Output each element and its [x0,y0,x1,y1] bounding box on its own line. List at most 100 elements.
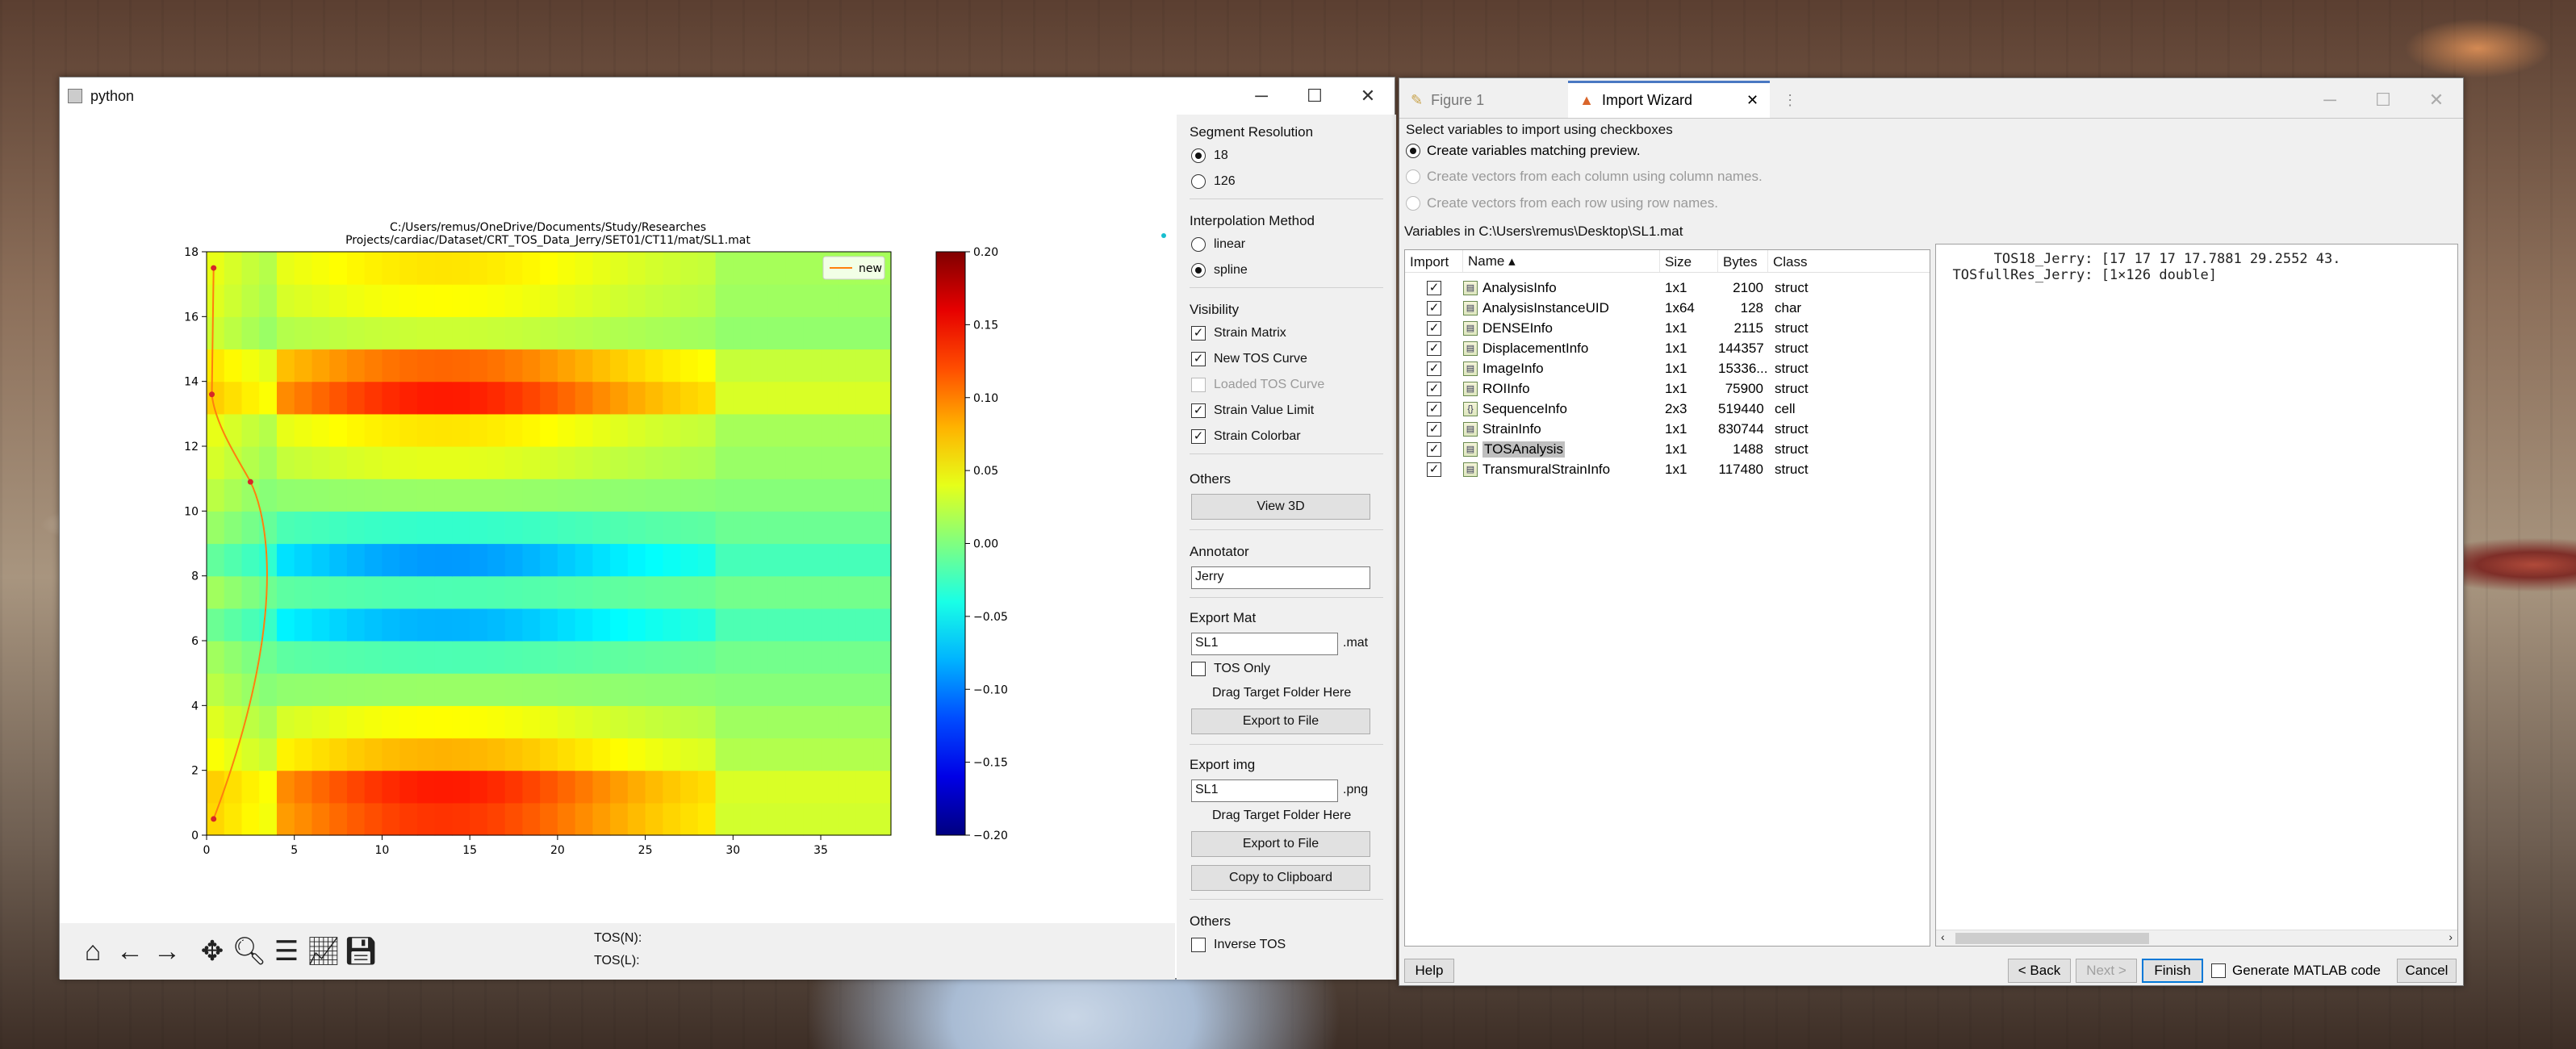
zoom-icon[interactable]: 🔍︎ [231,935,268,968]
heatmap-cell [276,479,295,512]
export-mat-button[interactable]: Export to File [1191,708,1370,734]
curve-point[interactable] [247,479,253,485]
scroll-right-icon[interactable]: › [2448,930,2453,943]
pan-icon[interactable]: ✥ [194,935,231,968]
heatmap-cell [821,543,839,577]
export-img-button[interactable]: Export to File [1191,831,1370,857]
import-checkbox[interactable]: ✓ [1405,361,1463,376]
import-checkbox[interactable]: ✓ [1405,280,1463,295]
heatmap-cell [382,641,400,674]
heatmap-cell [610,738,629,771]
curve-point[interactable] [211,816,217,822]
minimize-icon[interactable]: ─ [2303,82,2356,118]
curve-point[interactable] [211,265,217,271]
radio-icon [1191,237,1206,252]
heatmap-cell [557,381,576,415]
heatmap-cell [487,738,506,771]
x-tick-label: 30 [726,844,740,857]
table-row[interactable]: ✓ ▤ TOSAnalysis 1x1 1488 struct [1405,439,1930,459]
heatmap-cell [434,479,454,512]
table-row[interactable]: ✓ ▤ DisplacementInfo 1x1 144357 struct [1405,338,1930,358]
help-button[interactable]: Help [1404,959,1454,983]
finish-button[interactable]: Finish [2142,959,2203,983]
tab-import-wizard[interactable]: ▲ Import Wizard ✕ [1568,81,1771,118]
scroll-thumb[interactable] [1955,933,2149,944]
new-tos-curve-checkbox[interactable]: ✓ New TOS Curve [1191,352,1307,366]
heatmap-cell [610,446,629,479]
maximize-icon[interactable]: ☐ [1288,86,1341,107]
heatmap-cell [855,738,874,771]
res-18-radio[interactable]: 18 [1191,148,1228,163]
heatmap-cell [399,802,418,836]
heatmap-cell [346,252,366,285]
table-row[interactable]: ✓ ▤ TransmuralStrainInfo 1x1 117480 struct [1405,459,1930,479]
save-figure-icon[interactable]: 💾︎ [342,935,379,968]
close-icon[interactable]: ✕ [1341,86,1395,107]
strain-matrix-checkbox[interactable]: ✓ Strain Matrix [1191,326,1286,341]
minimize-icon[interactable]: ─ [1235,86,1288,107]
forward-arrow-icon[interactable]: → [148,936,186,968]
more-tabs-icon[interactable]: ⋮ [1770,82,1810,118]
close-tab-icon[interactable]: ✕ [1746,92,1758,109]
col-bytes[interactable]: Bytes [1718,250,1768,272]
home-icon[interactable]: ⌂ [74,936,111,968]
img-filename-input[interactable]: SL1 [1191,779,1338,802]
drag-target-mat[interactable]: Drag Target Folder Here [1212,686,1351,700]
import-checkbox[interactable]: ✓ [1405,300,1463,316]
col-name[interactable]: Name ▴ [1463,250,1660,272]
table-row[interactable]: ✓ ▤ ImageInfo 1x1 15336... struct [1405,358,1930,378]
table-row[interactable]: ✓ ▤ DENSEInfo 1x1 2115 struct [1405,318,1930,338]
res-126-radio[interactable]: 126 [1191,174,1236,189]
drag-target-img[interactable]: Drag Target Folder Here [1212,809,1351,823]
heatmap-cell [346,446,366,479]
strain-colorbar-checkbox[interactable]: ✓ Strain Colorbar [1191,429,1301,444]
table-row[interactable]: ✓ ▤ StrainInfo 1x1 830744 struct [1405,419,1930,439]
import-checkbox[interactable]: ✓ [1405,401,1463,416]
col-size[interactable]: Size [1660,250,1718,272]
table-row[interactable]: ✓ {} SequenceInfo 2x3 519440 cell [1405,399,1930,419]
subplots-config-icon[interactable]: ☰ [268,935,305,968]
heatmap-cell [329,479,348,512]
heatmap-cell [557,543,576,577]
create-matching-radio[interactable]: Create variables matching preview. [1406,143,1641,159]
tab-figure-1[interactable]: ✎ Figure 1 [1399,82,1495,118]
interp-linear-radio[interactable]: linear [1191,237,1245,252]
table-row[interactable]: ✓ ▤ ROIInfo 1x1 75900 struct [1405,378,1930,399]
mat-filename-input[interactable]: SL1 [1191,633,1338,655]
heatmap-cell [767,413,787,447]
table-row[interactable]: ✓ ▤ AnalysisInfo 1x1 2100 struct [1405,278,1930,298]
interp-spline-radio[interactable]: spline [1191,263,1248,278]
col-import[interactable]: Import [1405,250,1463,272]
annotator-input[interactable]: Jerry [1191,566,1370,589]
generate-code-checkbox[interactable]: Generate MATLAB code [2211,963,2381,979]
cancel-button[interactable]: Cancel [2397,959,2457,983]
import-checkbox[interactable]: ✓ [1405,341,1463,356]
import-checkbox[interactable]: ✓ [1405,381,1463,396]
back-arrow-icon[interactable]: ← [111,936,148,968]
table-row[interactable]: ✓ ▤ AnalysisInstanceUID 1x64 128 char [1405,298,1930,318]
import-checkbox[interactable]: ✓ [1405,441,1463,457]
import-checkbox[interactable]: ✓ [1405,421,1463,437]
preview-scrollbar[interactable]: ‹ › [1936,930,2457,946]
heatmap-cell [224,381,243,415]
curve-point[interactable] [209,391,215,398]
heatmap-cell [382,738,400,771]
col-class[interactable]: Class [1768,250,1833,272]
import-checkbox[interactable]: ✓ [1405,320,1463,336]
name-cell: ▤ AnalysisInstanceUID [1463,300,1660,316]
close-icon[interactable]: ✕ [2410,82,2463,118]
plot-canvas[interactable]: C:/Users/remus/OneDrive/Documents/Study/… [60,115,1175,923]
back-button[interactable]: < Back [2008,959,2071,983]
edit-curves-icon[interactable]: 📈︎ [305,935,342,968]
tos-only-checkbox[interactable]: TOS Only [1191,662,1270,676]
import-checkbox[interactable]: ✓ [1405,462,1463,477]
strain-value-limit-checkbox[interactable]: ✓ Strain Value Limit [1191,403,1314,418]
maximize-icon[interactable]: ☐ [2356,82,2410,118]
view-3d-button[interactable]: View 3D [1191,494,1370,520]
copy-clipboard-button[interactable]: Copy to Clipboard [1191,865,1370,891]
heatmap-cell [855,673,874,706]
heatmap-cell [487,770,506,804]
scroll-left-icon[interactable]: ‹ [1941,930,1945,943]
inverse-tos-checkbox[interactable]: Inverse TOS [1191,938,1286,952]
heatmap-cell [838,479,857,512]
